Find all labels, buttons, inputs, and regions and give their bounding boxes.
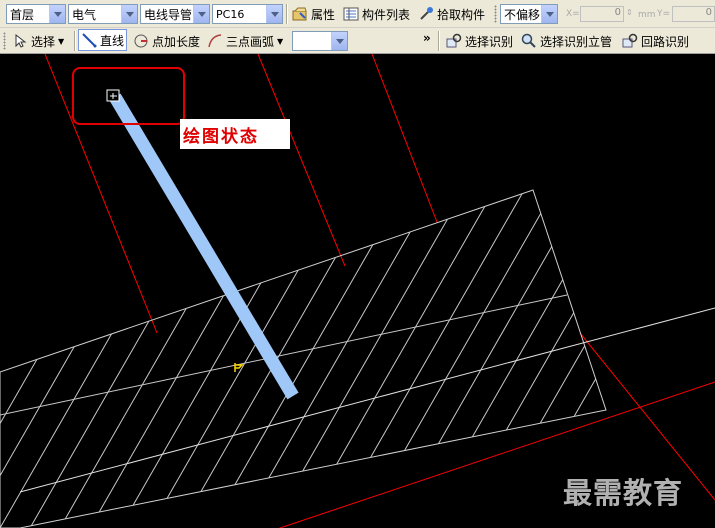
point-length-button[interactable]: 点加长度 (131, 30, 202, 52)
component-name-value: PC16 (216, 7, 245, 21)
hatch-line (0, 190, 111, 528)
hatch-line (690, 180, 715, 528)
component-list-button[interactable]: 构件列表 (341, 3, 412, 25)
caret-down-icon[interactable]: ▼ (58, 37, 64, 46)
list-icon (343, 6, 359, 22)
component-name-select[interactable]: PC16 (212, 4, 283, 24)
highlight-callout (72, 67, 185, 125)
hatch-line (0, 190, 51, 528)
hatch-line (0, 190, 171, 528)
chevron-down-icon[interactable] (541, 5, 557, 23)
select-recognize-riser-button[interactable]: 选择识别立管 (519, 30, 614, 52)
discipline-select-value: 电气 (72, 7, 97, 22)
component-type-select[interactable]: 电线导管 (140, 4, 210, 24)
line-button[interactable]: 直线 (78, 29, 128, 51)
unit-label: mm (638, 10, 656, 20)
y-coordinate-field[interactable]: 0 (672, 6, 715, 22)
toolbar-overflow-icon[interactable]: » (423, 31, 431, 45)
loop-recognize-button[interactable]: 回路识别 (620, 30, 691, 52)
point-length-icon (133, 33, 149, 49)
hatch-line (59, 190, 261, 528)
floor-select[interactable]: 首层 (6, 4, 66, 24)
pick-component-button[interactable]: 拾取构件 (416, 3, 487, 25)
arc-option-select[interactable] (292, 31, 348, 51)
wall-edge-line (19, 307, 715, 493)
chevron-down-icon[interactable] (331, 32, 347, 50)
axis-lines (44, 54, 715, 528)
loop-recognize-icon (622, 33, 638, 49)
properties-label: 属性 (311, 7, 336, 22)
point-length-label: 点加长度 (152, 34, 201, 49)
y-coordinate-label: Y= (657, 9, 671, 19)
hatch-line (329, 190, 531, 528)
toolbar-separator (74, 31, 76, 51)
chevron-down-icon[interactable] (49, 5, 65, 23)
hatch-line (209, 190, 411, 528)
draw-toolbar: 选择 ▼ 直线 点加长度 三点画弧 ▼ » 选择识别 选择识别立管 回路识别 (0, 28, 715, 54)
hatch-line (299, 190, 501, 528)
caret-down-icon[interactable]: ▼ (277, 37, 283, 46)
line-label: 直线 (100, 33, 125, 48)
hatch-line (0, 190, 201, 528)
toolbar-separator (438, 31, 440, 51)
three-point-arc-label: 三点画弧 (226, 34, 275, 49)
discipline-select[interactable]: 电气 (68, 4, 138, 24)
component-type-value: 电线导管 (144, 7, 193, 22)
x-coordinate-field[interactable]: 0 (580, 6, 624, 22)
properties-button[interactable]: 属性 (290, 3, 337, 25)
select-recognize-riser-label: 选择识别立管 (540, 34, 613, 49)
hatch-line (359, 190, 561, 528)
axis-line (257, 54, 346, 267)
chevron-down-icon[interactable] (121, 5, 137, 23)
loop-recognize-label: 回路识别 (641, 34, 690, 49)
toolbar-grip[interactable] (3, 32, 6, 50)
select-label: 选择 (31, 34, 56, 49)
watermark-text: 最需教育 (563, 476, 684, 510)
magnifier-icon (521, 33, 537, 49)
recognize-icon (446, 33, 462, 49)
wall-edge-line (0, 294, 568, 416)
pick-component-label: 拾取构件 (437, 7, 486, 22)
component-list-label: 构件列表 (362, 7, 411, 22)
hatch-line (0, 190, 81, 528)
line-icon (81, 32, 97, 48)
main-toolbar: 首层 电气 电线导管 PC16 属性 构件列表 拾取构件 不偏移 X= 0 ⇕ (0, 0, 715, 28)
chevron-down-icon[interactable] (266, 5, 282, 23)
select-recognize-button[interactable]: 选择识别 (444, 30, 515, 52)
floor-select-value: 首层 (10, 7, 35, 22)
axis-line (371, 54, 438, 223)
hatch-line (269, 190, 471, 528)
properties-icon (292, 6, 308, 22)
offset-select[interactable]: 不偏移 (500, 4, 558, 24)
select-button[interactable]: 选择 ▼ (10, 30, 66, 52)
x-spin-icon[interactable]: ⇕ (626, 8, 633, 17)
hatch-line (389, 190, 591, 528)
toolbar-separator (286, 4, 288, 24)
drawing-canvas[interactable] (0, 54, 715, 528)
offset-select-value: 不偏移 (504, 7, 541, 22)
hatch-line (0, 190, 21, 528)
chevron-down-icon[interactable] (193, 5, 209, 23)
wall-outline (0, 189, 607, 528)
toolbar-grip[interactable] (494, 5, 497, 23)
eyedropper-icon (418, 6, 434, 22)
select-recognize-label: 选择识别 (465, 34, 514, 49)
arc-icon (207, 33, 223, 49)
three-point-arc-button[interactable]: 三点画弧 ▼ (205, 30, 285, 52)
drawing-state-label: 绘图状态 (180, 119, 290, 149)
x-coordinate-label: X= (566, 9, 580, 19)
hatch-line (149, 190, 351, 528)
cursor-arrow-icon (12, 33, 28, 49)
